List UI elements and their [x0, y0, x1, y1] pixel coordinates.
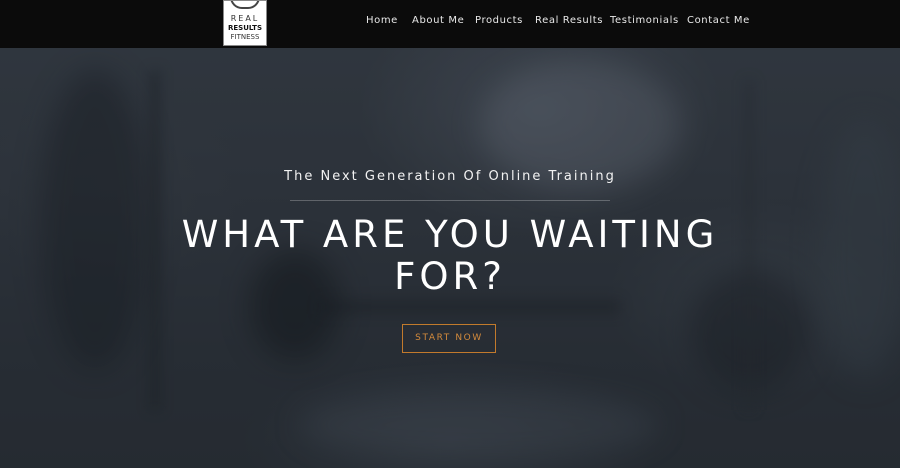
- nav-home[interactable]: Home: [366, 15, 398, 26]
- start-now-button[interactable]: START NOW: [402, 324, 496, 353]
- hero-headline: WHAT ARE YOU WAITING FOR?: [0, 214, 900, 298]
- nav-products[interactable]: Products: [475, 15, 523, 26]
- nav-testimonials[interactable]: Testimonials: [610, 15, 679, 26]
- nav-contact-me[interactable]: Contact Me: [687, 15, 750, 26]
- nav-about-me[interactable]: About Me: [412, 15, 464, 26]
- hero-subtitle: The Next Generation Of Online Training: [284, 169, 616, 184]
- site-header: REAL RESULTS FITNESS Home About Me Produ…: [0, 0, 900, 48]
- hero-content: The Next Generation Of Online Training W…: [0, 0, 900, 468]
- main-nav: Home About Me Products Real Results Test…: [0, 0, 900, 42]
- hero-headline-line1: WHAT ARE YOU WAITING: [181, 213, 719, 256]
- hero-divider: [290, 200, 610, 201]
- nav-real-results[interactable]: Real Results: [535, 15, 603, 26]
- hero-headline-line2: FOR?: [394, 255, 506, 298]
